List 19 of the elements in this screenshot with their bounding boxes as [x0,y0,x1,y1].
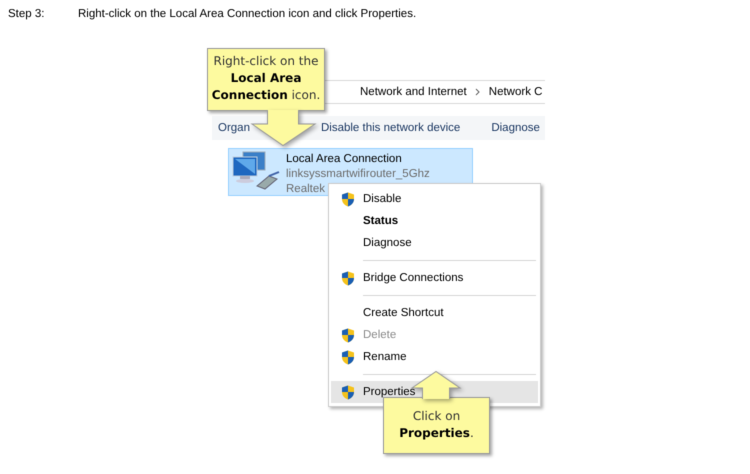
callout-text: Click on Properties. [383,397,490,454]
connection-detail: Realtek [286,182,326,197]
connection-name: Local Area Connection [286,152,403,167]
connection-detail: linksyssmartwifirouter_5Ghz [286,167,430,182]
breadcrumb-item[interactable]: Network C [488,86,542,98]
toolbar-button[interactable]: Organ [218,122,250,134]
instruction-text: Right-click on the Local Area Connection icon and click Properties. [78,8,416,20]
callout-text: Right-click on the Local Area Connection icon. [207,48,325,111]
menu-item[interactable]: Status [331,210,538,232]
breadcrumb-item[interactable]: Network and Internet [360,86,467,98]
menu-item[interactable]: Bridge Connections [331,267,538,289]
menu-item[interactable]: Diagnose [331,232,538,254]
menu-item[interactable]: Rename [331,346,538,368]
menu-item[interactable]: Create Shortcut [331,302,538,324]
toolbar-button[interactable]: Diagnose [491,122,540,134]
chevron-icon [474,88,481,96]
step-label: Step 3: [8,8,46,20]
toolbar-button[interactable]: Disable this network device [320,122,460,134]
callout-pointer [248,110,318,147]
